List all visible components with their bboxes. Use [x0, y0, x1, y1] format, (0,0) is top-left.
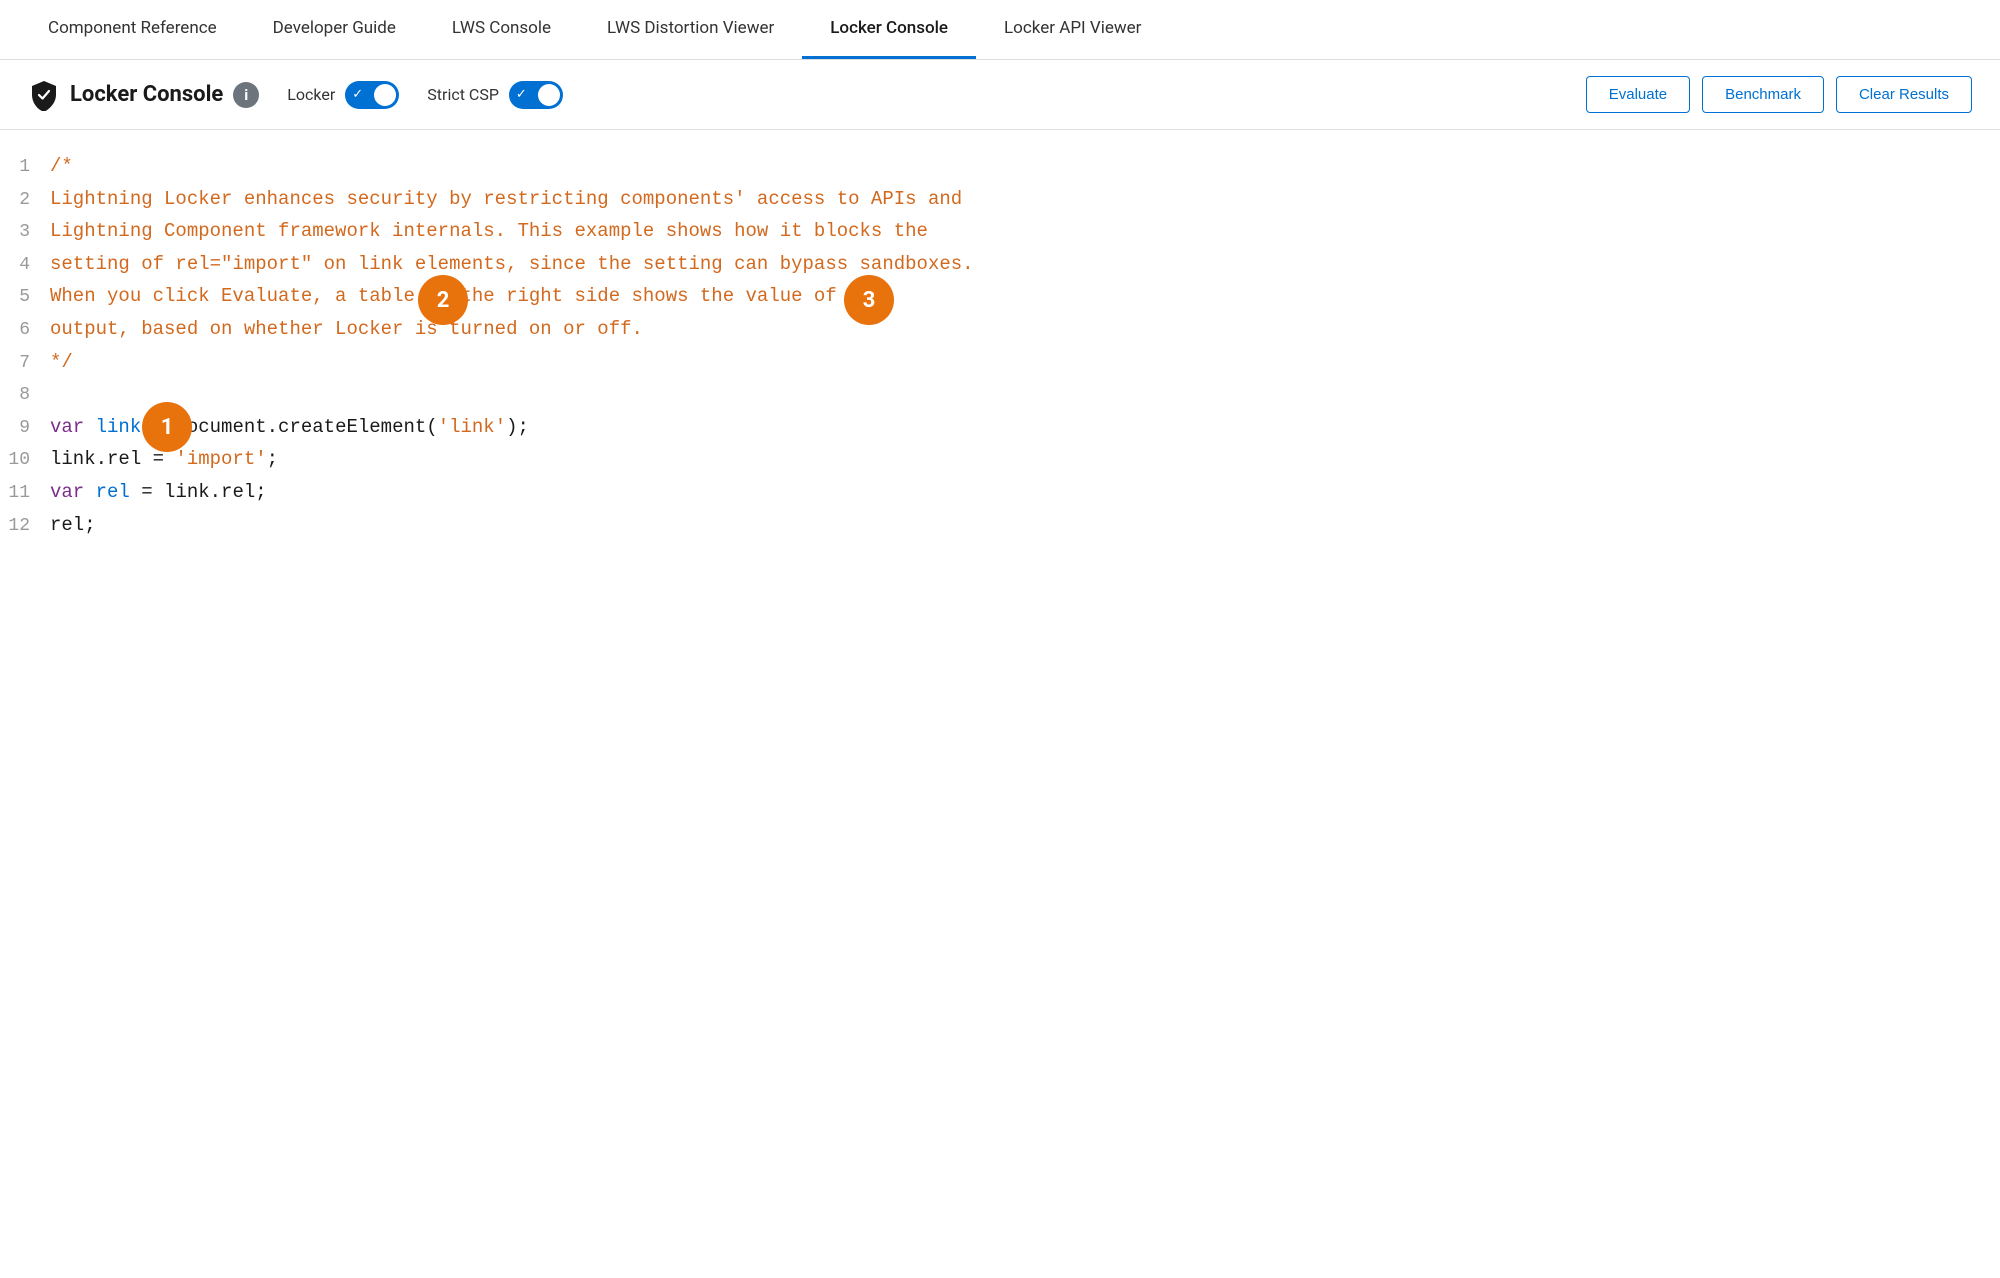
nav-tab-locker-api-viewer[interactable]: Locker API Viewer: [976, 0, 1169, 59]
code-area-wrapper: 1 2 3 1/*2Lightning Locker enhances secu…: [0, 130, 2000, 1030]
line-content: link.rel = 'import';: [50, 443, 2000, 475]
shield-icon: [28, 79, 60, 111]
strict-csp-toggle-label: Strict CSP: [427, 85, 499, 104]
nav-tab-locker-console[interactable]: Locker Console: [802, 0, 976, 59]
code-editor[interactable]: 1/*2Lightning Locker enhances security b…: [0, 130, 2000, 1030]
code-line: 12rel;: [0, 509, 2000, 542]
locker-toggle-label: Locker: [287, 85, 335, 104]
line-number: 2: [0, 185, 50, 216]
code-line: 6output, based on whether Locker is turn…: [0, 313, 2000, 346]
evaluate-button[interactable]: Evaluate: [1586, 76, 1690, 113]
benchmark-button[interactable]: Benchmark: [1702, 76, 1824, 113]
locker-toggle[interactable]: ✓: [345, 81, 399, 109]
locker-toggle-group: Locker ✓: [287, 81, 399, 109]
strict-csp-toggle-group: Strict CSP ✓: [427, 81, 563, 109]
toolbar-title-group: Locker Console i: [28, 79, 259, 111]
nav-tab-developer-guide[interactable]: Developer Guide: [245, 0, 424, 59]
code-line: 2Lightning Locker enhances security by r…: [0, 183, 2000, 216]
line-content: [50, 378, 2000, 410]
app-title: Locker Console: [70, 82, 223, 107]
line-content: */: [50, 346, 2000, 378]
info-icon[interactable]: i: [233, 82, 259, 108]
toolbar-buttons: Evaluate Benchmark Clear Results: [1586, 76, 1972, 113]
code-line: 1/*: [0, 150, 2000, 183]
line-content: Lightning Locker enhances security by re…: [50, 183, 2000, 215]
code-line: 10link.rel = 'import';: [0, 443, 2000, 476]
line-number: 3: [0, 217, 50, 248]
code-line: 3Lightning Component framework internals…: [0, 215, 2000, 248]
line-number: 4: [0, 250, 50, 281]
code-line: 7*/: [0, 346, 2000, 379]
strict-csp-toggle[interactable]: ✓: [509, 81, 563, 109]
line-number: 8: [0, 380, 50, 411]
clear-results-button[interactable]: Clear Results: [1836, 76, 1972, 113]
code-line: 8: [0, 378, 2000, 411]
line-content: Lightning Component framework internals.…: [50, 215, 2000, 247]
line-content: /*: [50, 150, 2000, 182]
nav-tab-lws-console[interactable]: LWS Console: [424, 0, 579, 59]
toolbar: Locker Console i Locker ✓ Strict CSP ✓ E…: [0, 60, 2000, 130]
line-number: 12: [0, 511, 50, 542]
line-content: setting of rel="import" on link elements…: [50, 248, 2000, 280]
code-line: 11var rel = link.rel;: [0, 476, 2000, 509]
line-content: output, based on whether Locker is turne…: [50, 313, 2000, 345]
line-number: 1: [0, 152, 50, 183]
code-line: 4setting of rel="import" on link element…: [0, 248, 2000, 281]
code-line: 5When you click Evaluate, a table on the…: [0, 280, 2000, 313]
line-content: var link = document.createElement('link'…: [50, 411, 2000, 443]
nav-tab-component-reference[interactable]: Component Reference: [20, 0, 245, 59]
line-content: rel;: [50, 509, 2000, 541]
line-number: 7: [0, 348, 50, 379]
line-number: 10: [0, 445, 50, 476]
line-content: var rel = link.rel;: [50, 476, 2000, 508]
nav-tab-lws-distortion-viewer[interactable]: LWS Distortion Viewer: [579, 0, 802, 59]
line-number: 6: [0, 315, 50, 346]
line-number: 11: [0, 478, 50, 509]
line-content: When you click Evaluate, a table on the …: [50, 280, 2000, 312]
nav-tabs: Component ReferenceDeveloper GuideLWS Co…: [0, 0, 2000, 60]
line-number: 5: [0, 282, 50, 313]
code-line: 9var link = document.createElement('link…: [0, 411, 2000, 444]
line-number: 9: [0, 413, 50, 444]
